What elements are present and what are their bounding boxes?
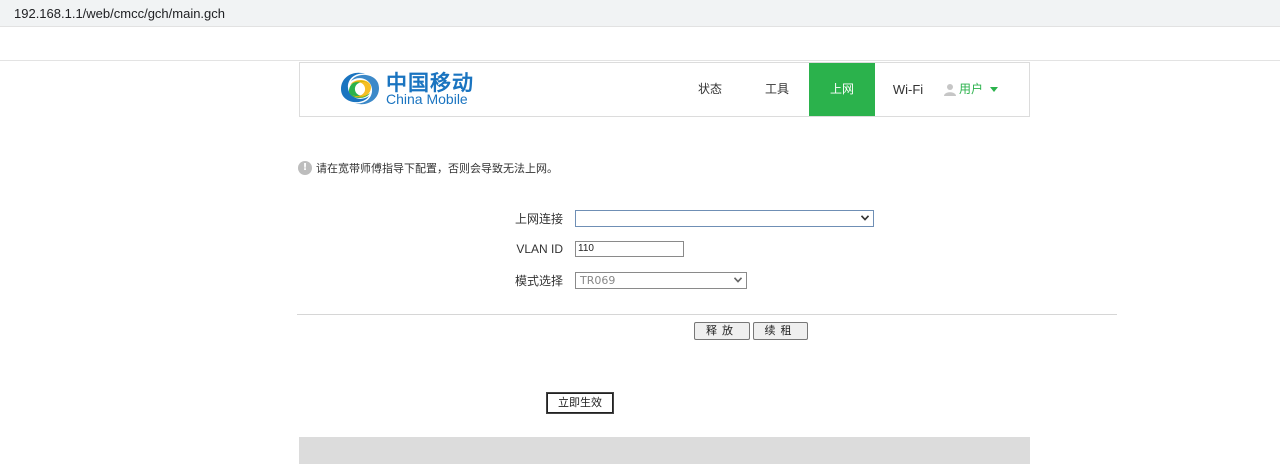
divider: [0, 60, 1280, 61]
chevron-down-icon: [861, 215, 869, 221]
nav-status[interactable]: 状态: [688, 63, 732, 116]
connection-select[interactable]: [575, 210, 874, 227]
china-mobile-logo: [341, 72, 379, 105]
renew-button[interactable]: 续租: [753, 322, 808, 340]
mode-label: 模式选择: [514, 274, 563, 288]
mode-select[interactable]: TR069: [575, 272, 747, 289]
warning-notice: ! 请在宽带师傅指导下配置，否则会导致无法上网。: [298, 160, 558, 176]
top-header: 中国移动 China Mobile 状态 工具 上网 Wi-Fi 用户: [299, 62, 1030, 117]
address-bar[interactable]: 192.168.1.1/web/cmcc/gch/main.gch: [0, 0, 1280, 27]
mode-value: TR069: [580, 274, 616, 287]
vlan-label: VLAN ID: [516, 242, 563, 256]
brand-name-en: China Mobile: [386, 91, 468, 107]
caret-down-icon: [990, 87, 998, 92]
release-button[interactable]: 释放: [694, 322, 750, 340]
nav-tools[interactable]: 工具: [755, 63, 799, 116]
user-label: 用户: [958, 82, 983, 96]
nav-user-menu[interactable]: 用户: [936, 63, 1006, 116]
vlan-id-input[interactable]: 110: [575, 241, 684, 257]
section-divider: [297, 314, 1117, 315]
user-icon: [943, 84, 956, 96]
nav-wifi[interactable]: Wi-Fi: [885, 63, 931, 116]
chevron-down-icon: [734, 277, 742, 283]
connection-label: 上网连接: [514, 212, 563, 226]
info-icon: !: [298, 161, 312, 175]
notice-text: 请在宽带师傅指导下配置，否则会导致无法上网。: [316, 162, 558, 175]
footer-bar: [299, 437, 1030, 464]
nav-online[interactable]: 上网: [809, 63, 875, 116]
url-text[interactable]: 192.168.1.1/web/cmcc/gch/main.gch: [14, 6, 225, 21]
apply-now-button[interactable]: 立即生效: [546, 392, 614, 414]
